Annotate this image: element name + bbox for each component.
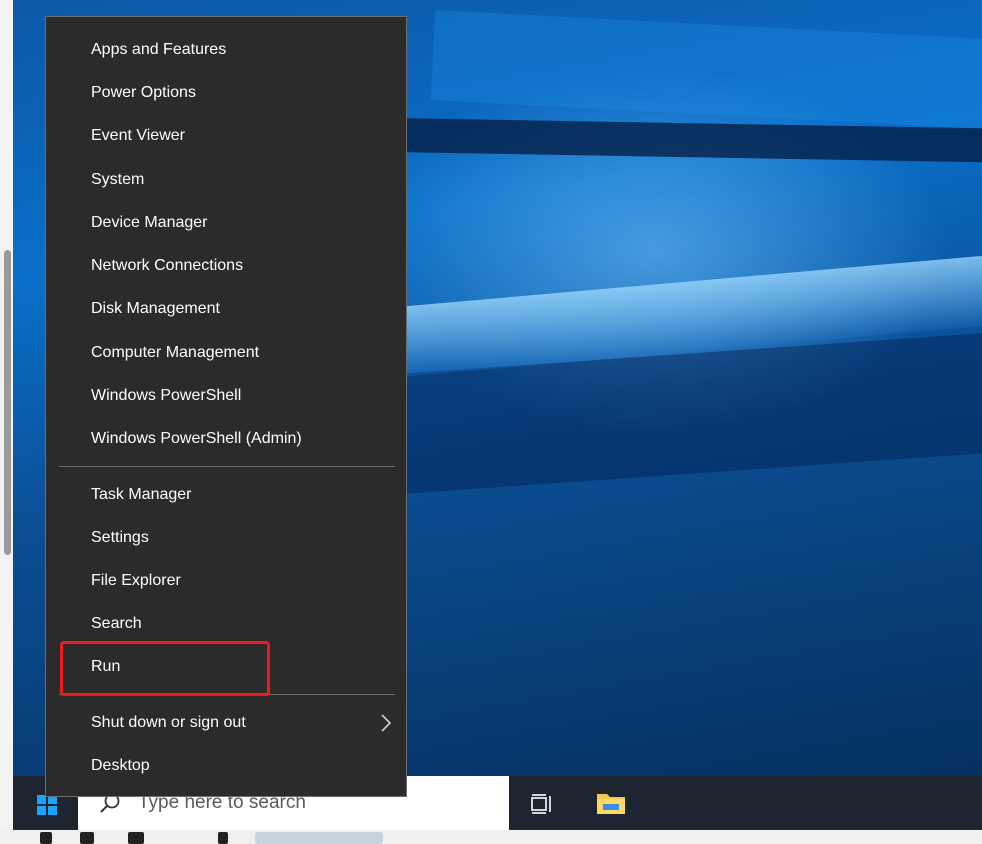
run-highlight-annotation: [60, 641, 270, 696]
menu-separator: [59, 466, 395, 467]
menu-item-apps-and-features[interactable]: Apps and Features: [46, 28, 406, 71]
menu-item-disk-management[interactable]: Disk Management: [46, 287, 406, 330]
partial-window-strip: [0, 830, 982, 844]
menu-item-network-connections[interactable]: Network Connections: [46, 244, 406, 287]
menu-item-system[interactable]: System: [46, 158, 406, 201]
menu-item-task-manager[interactable]: Task Manager: [46, 473, 406, 516]
scrollbar-thumb[interactable]: [4, 250, 11, 555]
menu-item-file-explorer[interactable]: File Explorer: [46, 559, 406, 602]
wallpaper-light-beam: [430, 10, 982, 130]
menu-item-search[interactable]: Search: [46, 602, 406, 645]
menu-item-computer-management[interactable]: Computer Management: [46, 331, 406, 374]
window-edge: [0, 0, 13, 844]
menu-item-windows-powershell[interactable]: Windows PowerShell: [46, 374, 406, 417]
menu-item-windows-powershell-admin[interactable]: Windows PowerShell (Admin): [46, 417, 406, 460]
task-view-icon: [531, 794, 551, 814]
menu-item-shut-down-or-sign-out[interactable]: Shut down or sign out: [46, 701, 406, 744]
wallpaper-light-beam: [392, 118, 982, 163]
task-view-button[interactable]: [528, 790, 556, 818]
menu-item-settings[interactable]: Settings: [46, 516, 406, 559]
windows-start-icon: [37, 795, 57, 815]
chevron-right-icon: [381, 714, 392, 732]
menu-item-desktop[interactable]: Desktop: [46, 744, 406, 787]
menu-item-event-viewer[interactable]: Event Viewer: [46, 114, 406, 157]
file-explorer-taskbar-button[interactable]: [591, 788, 631, 818]
partial-icon: [80, 832, 94, 844]
partial-icon: [218, 832, 228, 844]
partial-label: [255, 832, 383, 844]
menu-item-power-options[interactable]: Power Options: [46, 71, 406, 114]
menu-item-device-manager[interactable]: Device Manager: [46, 201, 406, 244]
file-explorer-icon: [597, 794, 625, 814]
partial-icon: [40, 832, 52, 844]
partial-icon: [128, 832, 144, 844]
